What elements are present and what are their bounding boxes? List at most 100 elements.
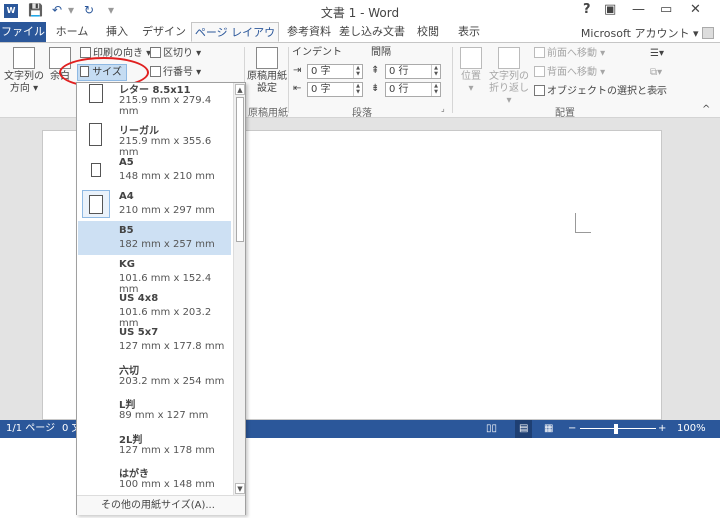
breaks-button[interactable]: 区切り ▾ <box>150 47 201 61</box>
paper-size-item-a5[interactable]: A5 148 mm x 210 mm <box>78 153 231 187</box>
tab-design[interactable]: デザイン <box>138 22 190 42</box>
paper-size-item-legal[interactable]: リーガル 215.9 mm x 355.6 mm <box>78 118 231 158</box>
arrange-group-label: 配置 <box>555 108 575 119</box>
paper-size-item-kg[interactable]: KG 101.6 mm x 152.4 mm <box>78 255 231 295</box>
spinner-arrows-icon[interactable]: ▲ ▼ <box>353 65 362 78</box>
indent-right-icon: ⇤ <box>293 83 302 94</box>
paper-size-name: KG <box>119 259 135 270</box>
scroll-up-icon[interactable]: ▲ <box>235 84 245 95</box>
paragraph-group-label: 段落 <box>352 108 372 119</box>
align-icon[interactable]: ☰▾ <box>650 47 664 61</box>
zoom-out-icon[interactable]: − <box>568 420 576 438</box>
title-bar: W 💾 ↶ ▾ ↻ ▾ 文書 1 - Word ? ▣ — ▭ ✕ <box>0 0 720 22</box>
manuscript-settings-button[interactable]: 原稿用紙 設定 <box>247 47 287 95</box>
tab-insert[interactable]: 挿入 <box>98 22 136 42</box>
paper-size-dims: 89 mm x 127 mm <box>119 410 209 421</box>
scrollbar-thumb[interactable] <box>236 97 244 242</box>
paper-size-item-b5[interactable]: B5 182 mm x 257 mm <box>78 221 231 255</box>
line-numbers-icon <box>150 66 161 77</box>
scroll-down-icon[interactable]: ▼ <box>235 483 245 494</box>
paper-size-item-a4[interactable]: A4 210 mm x 297 mm <box>78 187 231 221</box>
breaks-label: 区切り <box>163 48 193 59</box>
indent-left-icon: ⇥ <box>293 65 302 76</box>
indent-right-input[interactable]: 0 字 ▲ ▼ <box>307 82 363 97</box>
bring-forward-icon <box>534 47 545 58</box>
tab-page-layout[interactable]: ページ レイアウト <box>191 22 279 59</box>
paper-size-item-us5x7[interactable]: US 5x7 127 mm x 177.8 mm <box>78 323 231 357</box>
paper-size-dims: 210 mm x 297 mm <box>119 205 215 216</box>
collapse-ribbon-icon[interactable]: ^ <box>702 103 710 117</box>
paper-size-name: リーガル <box>119 126 159 137</box>
paper-size-item-l[interactable]: L判 89 mm x 127 mm <box>78 392 231 426</box>
print-layout-icon[interactable]: ▤ <box>515 420 533 438</box>
page-count[interactable]: 1/1 ページ <box>6 420 55 438</box>
orientation-icon <box>80 47 91 58</box>
paper-size-name: US 4x8 <box>119 293 159 304</box>
zoom-slider-thumb[interactable] <box>614 424 618 434</box>
more-paper-sizes-item[interactable]: その他の用紙サイズ(A)... <box>77 495 245 515</box>
spinner-arrows-icon[interactable]: ▲ ▼ <box>353 83 362 96</box>
tab-view[interactable]: 表示 <box>450 22 488 42</box>
paper-size-name: A4 <box>119 191 134 202</box>
text-direction-label-2: 方向 <box>9 83 30 94</box>
help-button[interactable]: ? <box>583 2 591 17</box>
paper-size-item-2l[interactable]: 2L判 127 mm x 178 mm <box>78 427 231 461</box>
indent-left-input[interactable]: 0 字 ▲ ▼ <box>307 64 363 79</box>
restore-button[interactable]: ▭ <box>660 2 672 17</box>
zoom-level[interactable]: 100% <box>677 420 706 438</box>
paper-size-menu: レター 8.5x11 215.9 mm x 279.4 mm リーガル 215.… <box>76 82 246 515</box>
indent-right-value: 0 字 <box>311 84 331 95</box>
tab-references[interactable]: 参考資料 <box>281 22 337 42</box>
position-button[interactable]: 位置 ▾ <box>456 47 486 95</box>
text-direction-button[interactable]: 文字列の 方向 ▾ <box>3 47 45 95</box>
selection-pane-icon <box>534 85 545 96</box>
paper-size-item-rokugiri[interactable]: 六切 203.2 mm x 254 mm <box>78 358 231 392</box>
manuscript-icon <box>256 47 278 69</box>
paper-size-item-hagaki[interactable]: はがき 100 mm x 148 mm <box>78 461 231 495</box>
indent-label: インデント <box>292 47 342 58</box>
group-separator <box>288 47 289 113</box>
tab-home[interactable]: ホーム <box>48 22 96 42</box>
tab-mailings[interactable]: 差し込み文書 <box>339 22 405 42</box>
send-backward-label: 背面へ移動 <box>547 67 597 78</box>
spacing-after-input[interactable]: 0 行 ▲ ▼ <box>385 82 441 97</box>
close-button[interactable]: ✕ <box>690 2 701 17</box>
account-menu[interactable]: Microsoft アカウント ▾ <box>581 25 714 41</box>
bring-forward-button[interactable]: 前面へ移動 ▾ <box>534 47 605 61</box>
spacing-after-icon: ⇟ <box>371 83 380 94</box>
tab-review[interactable]: 校閲 <box>409 22 447 42</box>
spinner-arrows-icon[interactable]: ▲ ▼ <box>431 65 440 78</box>
paper-size-item-us4x8[interactable]: US 4x8 101.6 mm x 203.2 mm <box>78 289 231 329</box>
spacing-before-value: 0 行 <box>389 66 409 77</box>
send-backward-button[interactable]: 背面へ移動 ▾ <box>534 66 605 80</box>
minimize-button[interactable]: — <box>632 2 645 17</box>
group-icon[interactable]: ⧉▾ <box>650 66 662 80</box>
position-icon <box>460 47 482 69</box>
tab-file[interactable]: ファイル <box>0 22 46 42</box>
paper-size-name: はがき <box>119 469 149 480</box>
spinner-arrows-icon[interactable]: ▲ ▼ <box>431 83 440 96</box>
wrap-text-button[interactable]: 文字列の 折り返し ▾ <box>488 47 530 107</box>
web-layout-icon[interactable]: ▦ <box>544 420 553 438</box>
ribbon-display-icon[interactable]: ▣ <box>604 2 616 17</box>
rotate-icon[interactable]: ⟳▾ <box>650 85 663 99</box>
zoom-slider[interactable] <box>580 428 656 429</box>
paper-size-dims: 100 mm x 148 mm <box>119 479 215 490</box>
spacing-after-value: 0 行 <box>389 84 409 95</box>
zoom-in-icon[interactable]: + <box>658 420 666 438</box>
selection-pane-button[interactable]: オブジェクトの選択と表示 <box>534 85 667 99</box>
line-numbers-button[interactable]: 行番号 ▾ <box>150 66 201 80</box>
paper-size-name: 2L判 <box>119 435 143 446</box>
paper-size-item-letter[interactable]: レター 8.5x11 215.9 mm x 279.4 mm <box>78 83 231 117</box>
wrap-text-icon <box>498 47 520 69</box>
wrap-text-label-2: 折り返し <box>489 83 529 94</box>
spacing-before-input[interactable]: 0 行 ▲ ▼ <box>385 64 441 79</box>
send-backward-icon <box>534 66 545 77</box>
paper-size-dims: 203.2 mm x 254 mm <box>119 376 225 387</box>
read-mode-icon[interactable]: ▯▯ <box>486 420 497 438</box>
dialog-launcher-icon[interactable]: ⌟ <box>441 104 445 113</box>
bring-forward-label: 前面へ移動 <box>547 48 597 59</box>
paper-size-scrollbar[interactable]: ▲ ▼ <box>233 83 245 495</box>
wrap-text-label-1: 文字列の <box>489 71 529 82</box>
ribbon-tabs: ファイル ホーム 挿入 デザイン ページ レイアウト 参考資料 差し込み文書 校… <box>0 22 720 59</box>
